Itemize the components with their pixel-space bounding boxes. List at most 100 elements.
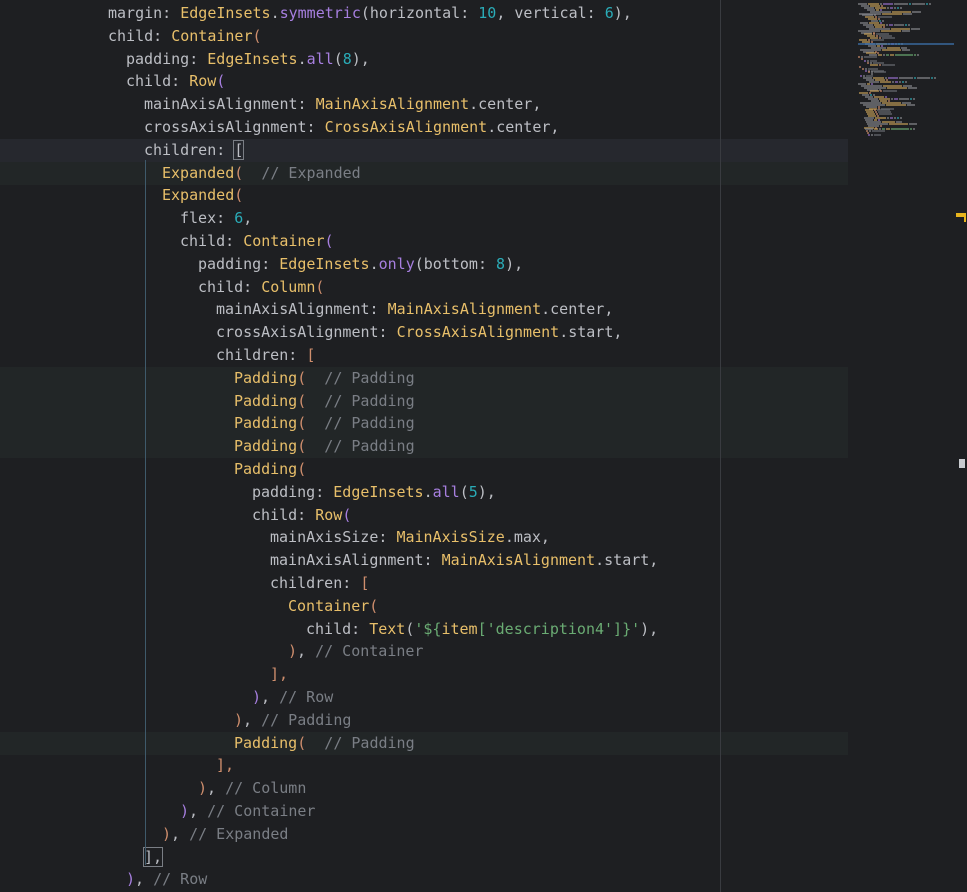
minimap-mark bbox=[868, 134, 870, 137]
minimap-mark bbox=[879, 63, 881, 66]
minimap-mark bbox=[883, 90, 897, 93]
minimap-mark bbox=[926, 3, 928, 5]
code-token: ( bbox=[252, 26, 262, 45]
code-token: flex: bbox=[180, 209, 235, 228]
code-token: // Container bbox=[207, 802, 316, 820]
scrollbar-thumb[interactable] bbox=[959, 459, 965, 468]
code-token: ], bbox=[270, 665, 289, 684]
code-token: ( bbox=[333, 49, 343, 68]
code-token: EdgeInsets bbox=[207, 49, 298, 68]
code-token: EdgeInsets bbox=[180, 4, 271, 22]
code-token: . bbox=[369, 254, 379, 273]
code-token: child: bbox=[252, 505, 316, 524]
code-token: Container bbox=[171, 26, 253, 45]
minimap-viewport[interactable] bbox=[858, 43, 954, 45]
minimap-mark bbox=[879, 113, 892, 116]
minimap-mark bbox=[886, 128, 890, 131]
code-token: ( bbox=[297, 437, 307, 456]
minimap-mark bbox=[908, 86, 917, 89]
code-token: // Column bbox=[225, 779, 307, 798]
code-token: ( bbox=[297, 368, 307, 387]
minimap-mark bbox=[887, 86, 907, 89]
minimap-mark bbox=[870, 63, 878, 66]
code-token: [ bbox=[233, 139, 245, 160]
code-token: Container bbox=[243, 232, 325, 250]
minimap-mark bbox=[890, 6, 893, 9]
minimap-mark bbox=[931, 77, 933, 80]
minimap-mark bbox=[886, 23, 888, 26]
code-token: ( bbox=[297, 414, 307, 433]
minimap-mark bbox=[897, 6, 899, 9]
minimap-mark bbox=[902, 48, 910, 51]
minimap-mark bbox=[867, 61, 869, 64]
minimap-mark bbox=[934, 77, 936, 80]
minimap-mark bbox=[894, 6, 896, 9]
code-token: , bbox=[243, 209, 253, 228]
code-token: ( bbox=[234, 186, 244, 205]
code-token: .center, bbox=[541, 300, 614, 319]
minimap-mark bbox=[894, 3, 908, 5]
code-token: , bbox=[189, 802, 208, 820]
code-token: MainAxisAlignment bbox=[315, 95, 470, 114]
code-token: (bottom: bbox=[414, 254, 497, 273]
code-token: (horizontal: bbox=[360, 4, 479, 22]
code-token: // Row bbox=[279, 688, 334, 706]
minimap-mark bbox=[914, 54, 916, 57]
minimap-mark bbox=[909, 122, 917, 125]
warning-scroll-marker-tail bbox=[964, 213, 966, 222]
code-token: children: bbox=[216, 346, 307, 364]
code-token: ), bbox=[613, 4, 632, 22]
minimap-mark bbox=[929, 3, 931, 5]
code-token: ( bbox=[234, 163, 244, 182]
code-token: children: bbox=[270, 574, 361, 592]
code-token: padding: bbox=[126, 49, 208, 68]
code-token: Padding bbox=[234, 437, 298, 456]
code-token: child: bbox=[126, 72, 190, 91]
code-token: ) bbox=[252, 688, 262, 706]
code-token: .center, bbox=[469, 95, 542, 114]
minimap-mark bbox=[871, 134, 873, 137]
code-token: ( bbox=[216, 72, 226, 91]
code-token: children: bbox=[144, 140, 235, 159]
minimap-mark bbox=[874, 71, 886, 74]
code-token: child: bbox=[306, 619, 370, 638]
code-token: Container bbox=[288, 596, 370, 615]
minimap-mark bbox=[860, 75, 862, 78]
code-token: ) bbox=[126, 870, 136, 889]
minimap-mark bbox=[899, 80, 901, 83]
minimap-mark bbox=[902, 29, 910, 32]
code-token: mainAxisAlignment: bbox=[216, 300, 388, 319]
minimap-mark bbox=[894, 98, 898, 100]
minimap-mark bbox=[889, 122, 908, 125]
minimap-mark bbox=[912, 3, 925, 5]
minimap-mark bbox=[858, 56, 860, 59]
code-token: // Row bbox=[153, 870, 208, 889]
code-token: ) bbox=[288, 642, 298, 661]
minimap-mark bbox=[883, 3, 893, 5]
code-token: [ bbox=[360, 574, 370, 592]
code-token: Padding bbox=[234, 391, 298, 410]
minimap-mark bbox=[889, 23, 893, 26]
code-token: // Padding bbox=[306, 733, 415, 752]
code-editor[interactable]: margin: EdgeInsets.symmetric(horizontal:… bbox=[0, 0, 967, 892]
minimap[interactable] bbox=[848, 0, 967, 892]
code-token: Row bbox=[189, 72, 217, 91]
minimap-mark bbox=[917, 54, 919, 57]
minimap-mark bbox=[881, 29, 901, 32]
code-token: EdgeInsets bbox=[333, 482, 424, 501]
code-token: CrossAxisAlignment bbox=[396, 323, 560, 342]
code-token: margin: bbox=[108, 4, 181, 22]
minimap-mark bbox=[878, 54, 882, 57]
minimap-mark bbox=[910, 98, 912, 100]
code-token: ), bbox=[640, 619, 659, 638]
code-token: Row bbox=[315, 505, 343, 524]
minimap-mark bbox=[887, 117, 889, 119]
minimap-mark bbox=[882, 12, 902, 15]
minimap-mark bbox=[859, 65, 861, 68]
minimap-mark bbox=[890, 54, 894, 57]
code-token: 6 bbox=[604, 4, 614, 22]
code-token: Expanded bbox=[162, 163, 235, 182]
code-token: ( bbox=[297, 391, 307, 410]
minimap-mark bbox=[902, 80, 904, 83]
indent-guide bbox=[145, 160, 146, 865]
